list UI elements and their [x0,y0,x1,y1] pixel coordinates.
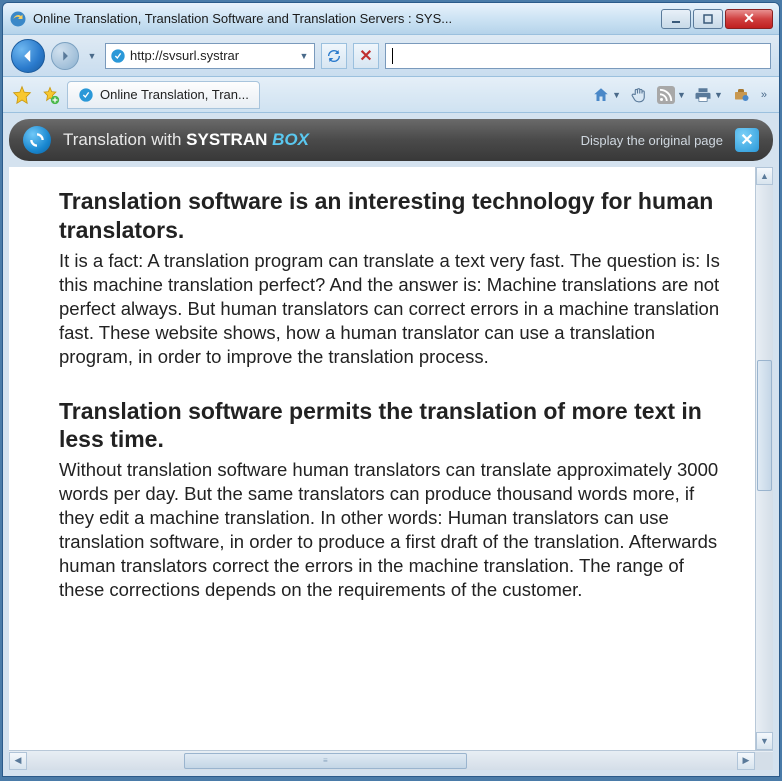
maximize-button[interactable] [693,9,723,29]
search-box[interactable] [385,43,771,69]
content-area: Translation with SYSTRAN BOX Display the… [3,113,779,776]
ie-icon [9,10,27,28]
feeds-button[interactable]: ▼ [655,83,688,107]
tools-button[interactable] [729,83,753,107]
page-viewport: Translation software is an interesting t… [9,167,773,750]
favorites-button[interactable] [11,84,33,106]
systran-logo-icon [23,126,51,154]
scroll-corner [755,752,773,770]
refresh-button[interactable] [321,43,347,69]
systran-brand: SYSTRAN [186,130,272,149]
add-favorites-button[interactable] [39,84,61,106]
paragraph-1: It is a fact: A translation program can … [59,249,725,369]
window-title: Online Translation, Translation Software… [33,11,661,26]
vscroll-thumb[interactable] [757,360,772,491]
scroll-left-button[interactable]: ◀ [9,752,27,770]
titlebar: Online Translation, Translation Software… [3,3,779,35]
systran-toolbar: Translation with SYSTRAN BOX Display the… [9,119,773,161]
systran-prefix: Translation with [63,130,186,149]
systran-title: Translation with SYSTRAN BOX [63,130,309,150]
command-bar: ▼ ▼ ▼ » [590,83,771,107]
systran-favicon-icon [78,87,94,103]
search-input[interactable] [393,48,764,63]
horizontal-scrollbar[interactable]: ◀ ≡ ▶ [9,750,773,770]
hscroll-track[interactable]: ≡ [28,752,736,770]
heading-2: Translation software permits the transla… [59,397,725,455]
tab-bar: Online Translation, Tran... ▼ ▼ ▼ » [3,77,779,113]
home-button[interactable]: ▼ [590,83,623,107]
recent-pages-dropdown[interactable]: ▼ [85,41,99,71]
print-button[interactable]: ▼ [692,83,725,107]
navigation-bar: ▼ http://svsurl.systrar ▼ ✕ [3,35,779,77]
paragraph-2: Without translation software human trans… [59,458,725,602]
systran-box: BOX [272,130,309,149]
back-button[interactable] [11,39,45,73]
vertical-scrollbar[interactable]: ▲ ▼ [755,167,773,750]
url-dropdown[interactable]: ▼ [298,51,310,61]
heading-1: Translation software is an interesting t… [59,187,725,245]
hand-tool-button[interactable] [627,83,651,107]
tab-label: Online Translation, Tran... [100,87,249,102]
scroll-right-button[interactable]: ▶ [737,752,755,770]
hscroll-thumb[interactable]: ≡ [184,753,467,769]
browser-window: Online Translation, Translation Software… [2,2,780,777]
window-controls: ✕ [661,9,773,29]
forward-button[interactable] [51,42,79,70]
display-original-link[interactable]: Display the original page [581,133,723,148]
stop-button[interactable]: ✕ [353,43,379,69]
tab-current[interactable]: Online Translation, Tran... [67,81,260,109]
address-bar[interactable]: http://svsurl.systrar ▼ [105,43,315,69]
vscroll-track[interactable] [756,185,773,732]
systran-close-button[interactable]: ✕ [735,128,759,152]
scroll-down-button[interactable]: ▼ [756,732,773,750]
page-content: Translation software is an interesting t… [9,167,755,750]
more-tools-button[interactable]: » [757,89,771,101]
close-button[interactable]: ✕ [725,9,773,29]
url-text: http://svsurl.systrar [130,48,294,63]
systran-favicon-icon [110,48,126,64]
scroll-up-button[interactable]: ▲ [756,167,773,185]
minimize-button[interactable] [661,9,691,29]
